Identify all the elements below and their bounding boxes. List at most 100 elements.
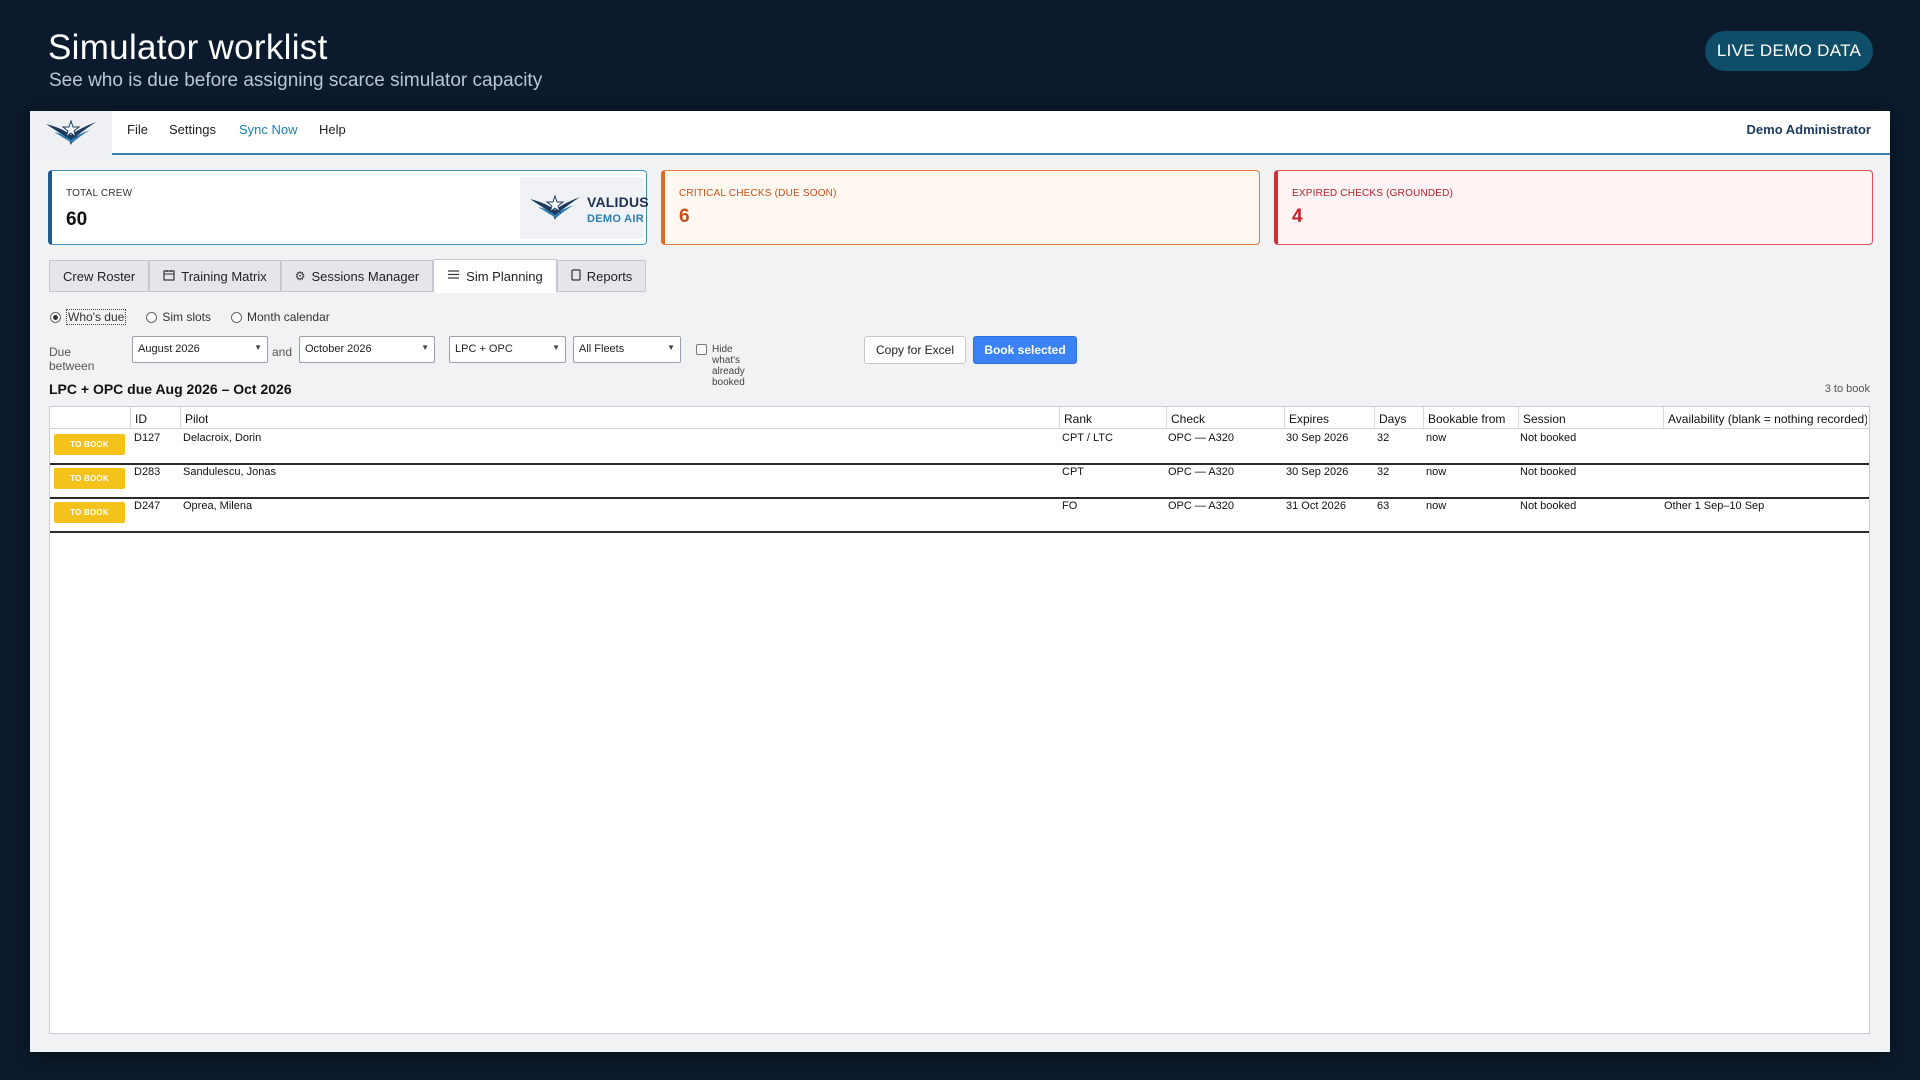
- total-crew-label: TOTAL CREW: [66, 188, 133, 199]
- live-demo-badge: LIVE DEMO DATA: [1705, 31, 1873, 71]
- column-divider[interactable]: [130, 407, 131, 428]
- gear-icon: ⚙: [294, 269, 306, 283]
- total-crew-value: 60: [66, 209, 88, 230]
- cell-expires: 30 Sep 2026: [1286, 466, 1349, 478]
- cell-pilot: Oprea, Milena: [183, 500, 253, 512]
- cell-id: D283: [134, 466, 161, 478]
- to-month-select[interactable]: October 2026 ▼: [299, 336, 435, 363]
- tab-label: Sim Planning: [466, 268, 543, 284]
- from-month-select[interactable]: August 2026 ▼: [132, 336, 268, 363]
- to-book-badge[interactable]: TO BOOK: [54, 502, 125, 523]
- column-header-bookable-from[interactable]: Bookable from: [1428, 412, 1505, 426]
- chevron-down-icon: ▼: [667, 343, 675, 352]
- radio-label: Sim slots: [162, 310, 212, 324]
- cell-rank: CPT: [1062, 466, 1084, 478]
- document-icon: [571, 268, 581, 284]
- column-header-pilot[interactable]: Pilot: [185, 412, 208, 426]
- cell-pilot: Sandulescu, Jonas: [183, 466, 276, 478]
- book-selected-button[interactable]: Book selected: [973, 336, 1077, 364]
- radio-icon: [146, 311, 158, 323]
- due-between-label: Due between: [49, 345, 95, 373]
- menu-help[interactable]: Help: [319, 122, 346, 137]
- column-divider[interactable]: [180, 407, 181, 428]
- menu-file[interactable]: File: [127, 122, 148, 137]
- column-divider[interactable]: [1374, 407, 1375, 428]
- menu-sync-now[interactable]: Sync Now: [239, 122, 298, 137]
- brand-block: VALIDUS DEMO AIR: [520, 177, 649, 239]
- tab-sim-planning[interactable]: Sim Planning: [433, 259, 557, 293]
- table-row[interactable]: TO BOOK D283 Sandulescu, Jonas CPT OPC —…: [50, 463, 1869, 499]
- brand-name: VALIDUS: [587, 194, 649, 210]
- expired-checks-label: EXPIRED CHECKS (GROUNDED): [1292, 188, 1454, 199]
- column-divider[interactable]: [1423, 407, 1424, 428]
- column-header-rank[interactable]: Rank: [1064, 412, 1092, 426]
- column-divider[interactable]: [1284, 407, 1285, 428]
- app-window: File Settings Sync Now Help Demo Adminis…: [30, 111, 1890, 1052]
- cell-id: D247: [134, 500, 161, 512]
- menu-settings[interactable]: Settings: [169, 122, 216, 137]
- cell-days: 32: [1377, 432, 1390, 444]
- radio-selected-icon: [50, 311, 61, 323]
- total-crew-card: TOTAL CREW 60 VALIDUS DEMO AIR: [48, 170, 649, 245]
- cell-bookable-from: now: [1426, 432, 1447, 444]
- select-value: All Fleets: [579, 343, 625, 355]
- column-divider[interactable]: [1059, 407, 1060, 428]
- cell-session: Not booked: [1520, 466, 1577, 478]
- tab-label: Training Matrix: [181, 268, 267, 284]
- column-header-days[interactable]: Days: [1379, 412, 1406, 426]
- tab-training-matrix[interactable]: Training Matrix: [149, 260, 281, 292]
- column-header-availability[interactable]: Availability (blank = nothing recorded): [1668, 412, 1867, 426]
- column-header-session[interactable]: Session: [1523, 412, 1566, 426]
- hide-booked-checkbox[interactable]: [696, 344, 707, 355]
- critical-checks-value: 6: [679, 206, 690, 227]
- tab-reports[interactable]: Reports: [556, 260, 647, 292]
- column-header-id[interactable]: ID: [135, 412, 147, 426]
- table-row[interactable]: TO BOOK D247 Oprea, Milena FO OPC — A320…: [50, 497, 1869, 533]
- radio-sim-slots[interactable]: Sim slots: [146, 309, 211, 325]
- brand-subtitle: DEMO AIR: [587, 213, 644, 225]
- cell-session: Not booked: [1520, 500, 1577, 512]
- column-divider[interactable]: [1166, 407, 1167, 428]
- cell-days: 63: [1377, 500, 1390, 512]
- user-name[interactable]: Demo Administrator: [1747, 122, 1871, 137]
- table-row[interactable]: TO BOOK D127 Delacroix, Dorin CPT / LTC …: [50, 429, 1869, 465]
- to-book-count: 3 to book: [1824, 383, 1870, 395]
- to-book-badge[interactable]: TO BOOK: [54, 434, 125, 455]
- tab-crew-roster[interactable]: Crew Roster: [49, 260, 150, 292]
- cell-check: OPC — A320: [1168, 500, 1235, 512]
- radio-whos-due[interactable]: Who's due: [50, 309, 127, 325]
- radio-label: Month calendar: [247, 310, 330, 324]
- cell-id: D127: [134, 432, 161, 444]
- table-header: ID Pilot Rank Check Expires Days Bookabl…: [50, 407, 1869, 429]
- column-divider[interactable]: [1663, 407, 1664, 428]
- cell-bookable-from: now: [1426, 500, 1447, 512]
- worklist-table: ID Pilot Rank Check Expires Days Bookabl…: [49, 406, 1870, 1034]
- to-book-badge[interactable]: TO BOOK: [54, 468, 125, 489]
- app-logo-icon[interactable]: [30, 111, 112, 155]
- column-header-expires[interactable]: Expires: [1289, 412, 1329, 426]
- column-header-check[interactable]: Check: [1171, 412, 1205, 426]
- chevron-down-icon: ▼: [421, 343, 429, 352]
- check-type-select[interactable]: LPC + OPC ▼: [449, 336, 566, 363]
- tab-label: Sessions Manager: [311, 268, 420, 284]
- main-tabs: Crew Roster Training Matrix ⚙ Sessions M…: [49, 259, 647, 293]
- critical-checks-card: CRITICAL CHECKS (DUE SOON) 6: [661, 170, 1260, 245]
- tab-sessions-manager[interactable]: ⚙ Sessions Manager: [280, 260, 434, 292]
- select-value: August 2026: [138, 343, 200, 355]
- view-mode-group: Who's due Sim slots Month calendar: [50, 309, 350, 325]
- radio-label: Who's due: [66, 309, 127, 325]
- expired-checks-card: EXPIRED CHECKS (GROUNDED) 4: [1274, 170, 1873, 245]
- radio-month-calendar[interactable]: Month calendar: [231, 309, 330, 325]
- cell-expires: 31 Oct 2026: [1286, 500, 1346, 512]
- list-title: LPC + OPC due Aug 2026 – Oct 2026: [49, 381, 292, 397]
- cell-days: 32: [1377, 466, 1390, 478]
- cell-expires: 30 Sep 2026: [1286, 432, 1349, 444]
- hero-title: Simulator worklist: [48, 28, 328, 67]
- tab-label: Reports: [586, 268, 633, 284]
- fleet-select[interactable]: All Fleets ▼: [573, 336, 681, 363]
- tab-label: Crew Roster: [63, 268, 136, 284]
- copy-for-excel-button[interactable]: Copy for Excel: [864, 336, 966, 364]
- column-divider[interactable]: [1518, 407, 1519, 428]
- cell-pilot: Delacroix, Dorin: [183, 432, 262, 444]
- cell-session: Not booked: [1520, 432, 1577, 444]
